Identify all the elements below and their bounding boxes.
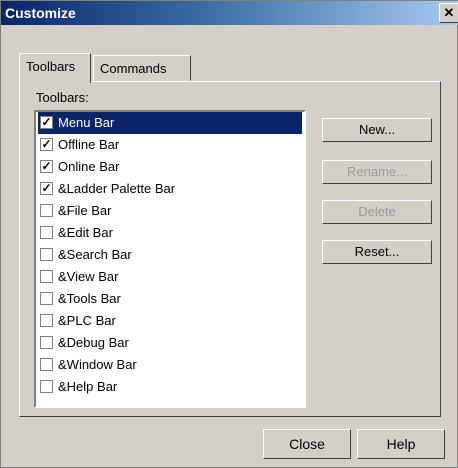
customize-dialog: Customize ✕ Toolbars Commands Toolbars: … [0,0,458,468]
checkbox[interactable] [40,248,53,261]
list-item-view-bar[interactable]: &View Bar [38,266,302,288]
close-icon[interactable]: ✕ [439,3,458,23]
list-item-label: &PLC Bar [58,313,116,328]
list-item-label: &Help Bar [58,379,118,394]
rename-button[interactable]: Rename... [322,160,432,184]
list-item-window-bar[interactable]: &Window Bar [38,354,302,376]
list-item-label: &Edit Bar [58,225,113,240]
checkbox[interactable]: ✓ [40,160,53,173]
delete-button[interactable]: Delete [322,200,432,224]
toolbars-list-label: Toolbars: [36,90,89,105]
list-item-label: &Window Bar [58,357,137,372]
toolbars-tab-panel: Toolbars: ✓ Menu Bar ✓ Offline Bar ✓ Onl… [19,81,441,417]
list-item-label: &Debug Bar [58,335,129,350]
list-item-label: &Ladder Palette Bar [58,181,176,196]
close-button[interactable]: Close [263,429,351,459]
list-item-label: Menu Bar [58,115,115,130]
help-button[interactable]: Help [357,429,445,459]
list-item-search-bar[interactable]: &Search Bar [38,244,302,266]
checkbox[interactable] [40,314,53,327]
reset-button[interactable]: Reset... [322,240,432,264]
list-item-label: Offline Bar [58,137,120,152]
list-item-menu-bar[interactable]: ✓ Menu Bar [38,112,302,134]
dialog-title: Customize [5,5,76,21]
checkbox[interactable] [40,336,53,349]
list-item-label: &Tools Bar [58,291,121,306]
checkbox[interactable] [40,380,53,393]
list-item-label: &Search Bar [58,247,132,262]
checkbox[interactable] [40,226,53,239]
list-item-edit-bar[interactable]: &Edit Bar [38,222,302,244]
list-item-help-bar[interactable]: &Help Bar [38,376,302,398]
checkbox[interactable] [40,358,53,371]
list-item-label: Online Bar [58,159,120,174]
list-item-ladder-palette-bar[interactable]: ✓ &Ladder Palette Bar [38,178,302,200]
checkbox[interactable] [40,270,53,283]
list-item-file-bar[interactable]: &File Bar [38,200,302,222]
checkbox[interactable] [40,204,53,217]
list-item-plc-bar[interactable]: &PLC Bar [38,310,302,332]
list-item-online-bar[interactable]: ✓ Online Bar [38,156,302,178]
checkbox[interactable]: ✓ [40,182,53,195]
checkbox[interactable]: ✓ [40,138,53,151]
new-button[interactable]: New... [322,118,432,142]
toolbars-listbox[interactable]: ✓ Menu Bar ✓ Offline Bar ✓ Online Bar ✓ … [34,110,306,408]
list-item-debug-bar[interactable]: &Debug Bar [38,332,302,354]
list-item-label: &View Bar [58,269,119,284]
checkbox[interactable] [40,292,53,305]
tab-commands[interactable]: Commands [93,55,191,81]
list-item-label: &File Bar [58,203,112,218]
tab-toolbars[interactable]: Toolbars [19,53,91,83]
list-item-tools-bar[interactable]: &Tools Bar [38,288,302,310]
title-bar[interactable]: Customize ✕ [1,1,458,25]
checkbox[interactable]: ✓ [40,116,53,129]
list-item-offline-bar[interactable]: ✓ Offline Bar [38,134,302,156]
